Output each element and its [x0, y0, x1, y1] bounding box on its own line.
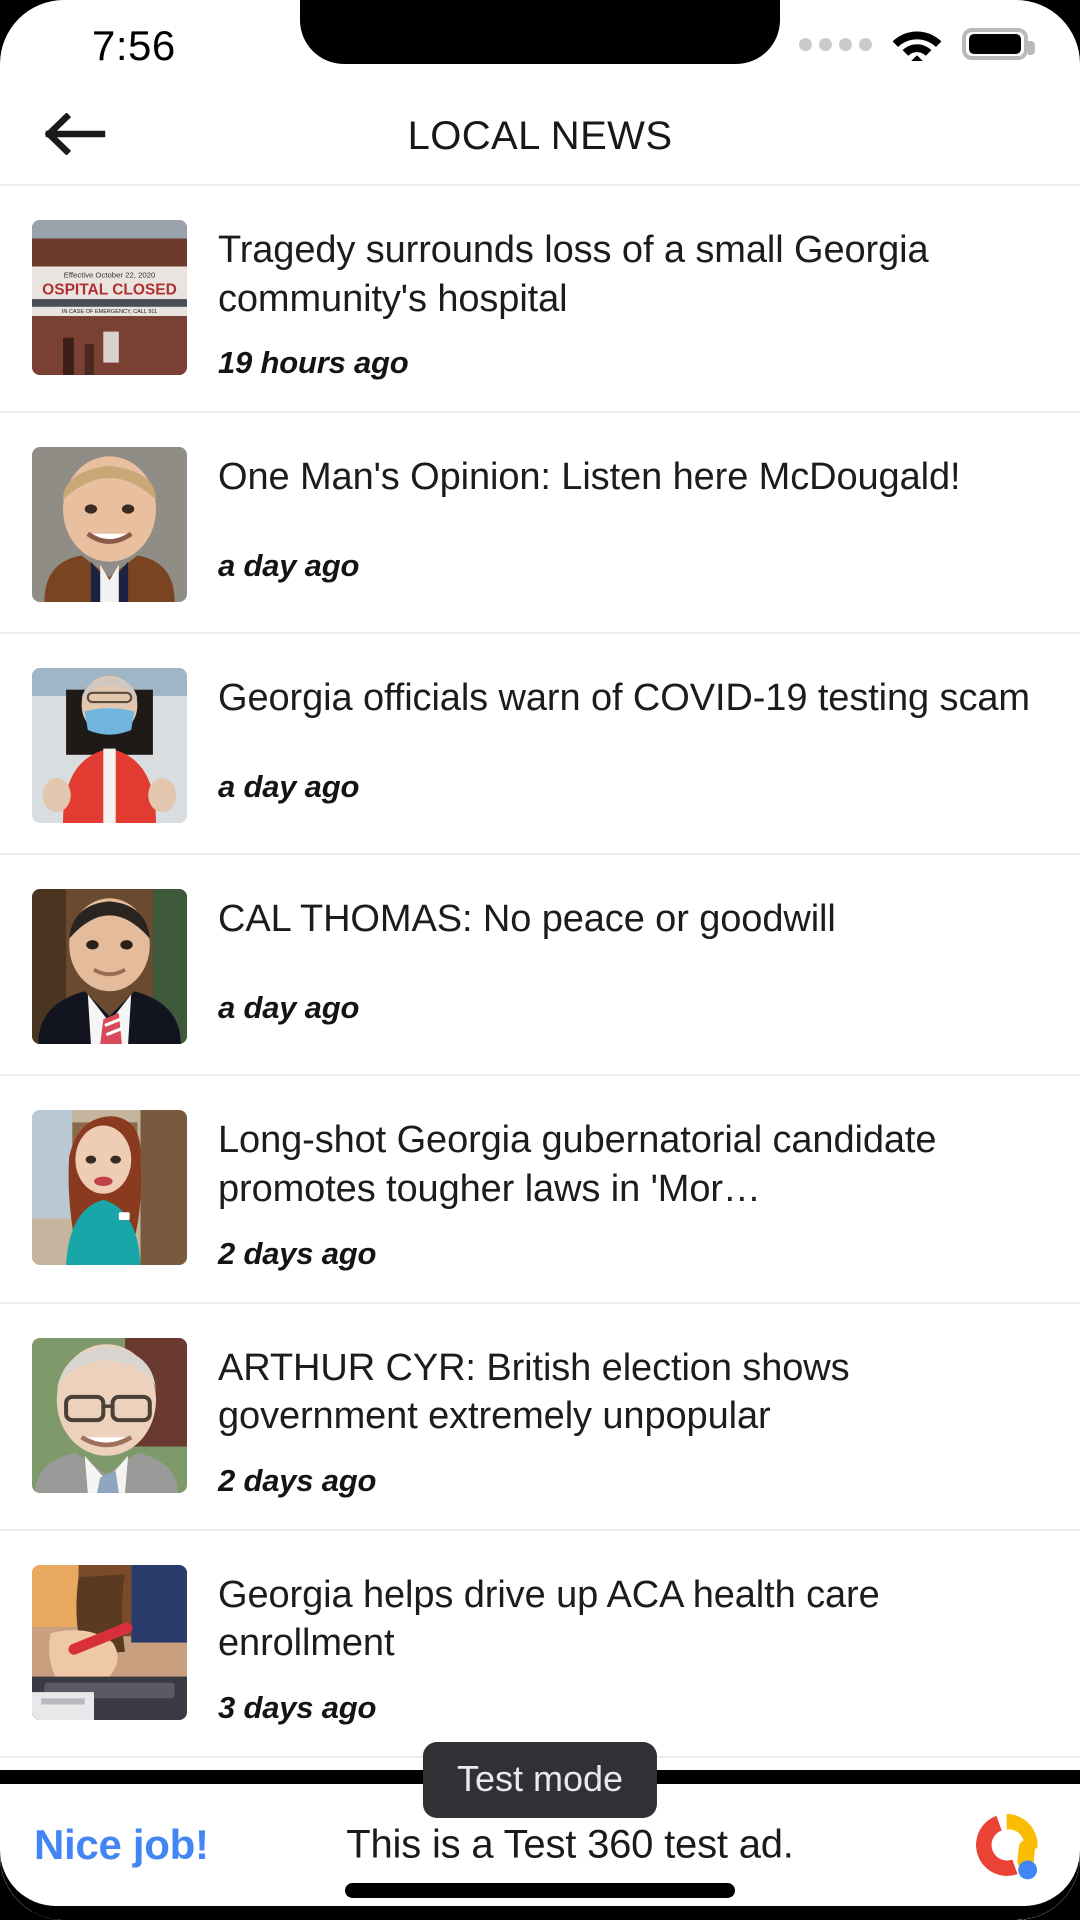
svg-text:OSPITAL CLOSED: OSPITAL CLOSED: [42, 281, 177, 298]
article-body: ARTHUR CYR: British election shows gover…: [187, 1338, 1048, 1499]
article-title: CAL THOMAS: No peace or goodwill: [218, 898, 836, 941]
home-indicator[interactable]: [345, 1883, 735, 1898]
article-timestamp: a day ago: [218, 989, 360, 1025]
page-title: LOCAL NEWS: [407, 113, 673, 158]
status-indicators: [799, 24, 1035, 64]
article-thumbnail: [32, 889, 187, 1045]
article-timestamp: a day ago: [218, 768, 360, 804]
list-item[interactable]: ARTHUR CYR: British election shows gover…: [0, 1301, 1080, 1529]
article-body: Georgia officials warn of COVID-19 testi…: [187, 668, 1048, 823]
ad-banner-container: Nice job! This is a Test 360 test ad. Te…: [0, 1742, 1080, 1920]
article-body: Georgia helps drive up ACA health care e…: [187, 1565, 1048, 1726]
article-thumbnail: [32, 1110, 187, 1266]
article-thumbnail: [32, 1337, 187, 1493]
list-item[interactable]: Long-shot Georgia gubernatorial candidat…: [0, 1074, 1080, 1302]
article-timestamp: 19 hours ago: [218, 345, 409, 381]
article-thumbnail: Effective October 22, 2020 OSPITAL CLOSE…: [32, 220, 187, 375]
article-title: Tragedy surrounds loss of a small Georgi…: [218, 229, 929, 320]
signal-dots-icon: [799, 37, 872, 51]
article-timestamp: 2 days ago: [218, 1235, 377, 1271]
battery-full-icon: [962, 28, 1035, 60]
back-button[interactable]: [40, 100, 112, 172]
screen: 7:56 LOCAL NEWS Effective October 22, 20…: [0, 0, 1080, 1920]
article-title: ARTHUR CYR: British election shows gover…: [218, 1346, 850, 1438]
article-list[interactable]: Effective October 22, 2020 OSPITAL CLOSE…: [0, 184, 1080, 1920]
wifi-icon: [890, 24, 944, 64]
article-thumbnail: [32, 668, 187, 824]
list-item[interactable]: One Man's Opinion: Listen here McDougald…: [0, 411, 1080, 633]
device-notch: [300, 0, 780, 64]
svg-text:IN CASE OF EMERGENCY, CALL 911: IN CASE OF EMERGENCY, CALL 911: [62, 309, 157, 315]
article-timestamp: a day ago: [218, 547, 360, 583]
phone-frame: 7:56 LOCAL NEWS Effective October 22, 20…: [0, 0, 1080, 1920]
article-body: One Man's Opinion: Listen here McDougald…: [187, 447, 1048, 602]
app-bar: LOCAL NEWS: [0, 88, 1080, 184]
article-thumbnail: [32, 1564, 187, 1720]
list-item[interactable]: Georgia officials warn of COVID-19 testi…: [0, 632, 1080, 854]
article-body: CAL THOMAS: No peace or goodwill a day a…: [187, 889, 1048, 1044]
article-body: Long-shot Georgia gubernatorial candidat…: [187, 1110, 1048, 1271]
list-item[interactable]: Effective October 22, 2020 OSPITAL CLOSE…: [0, 184, 1080, 412]
article-thumbnail: [32, 447, 187, 603]
article-title: Georgia helps drive up ACA health care e…: [218, 1573, 880, 1665]
article-timestamp: 2 days ago: [218, 1462, 377, 1498]
status-time: 7:56: [92, 22, 176, 69]
article-title: Georgia officials warn of COVID-19 testi…: [218, 677, 1030, 720]
article-title: Long-shot Georgia gubernatorial candidat…: [218, 1119, 937, 1210]
article-timestamp: 3 days ago: [218, 1690, 377, 1725]
list-item[interactable]: CAL THOMAS: No peace or goodwill a day a…: [0, 853, 1080, 1075]
article-body: Tragedy surrounds loss of a small Georgi…: [187, 220, 1048, 381]
test-mode-tooltip: Test mode: [422, 1742, 658, 1818]
svg-text:Effective October 22, 2020: Effective October 22, 2020: [64, 270, 156, 279]
list-item[interactable]: Georgia helps drive up ACA health care e…: [0, 1528, 1080, 1756]
admob-logo-icon: [964, 1802, 1050, 1888]
back-arrow-icon: [44, 111, 107, 160]
article-title: One Man's Opinion: Listen here McDougald…: [218, 456, 961, 499]
ad-body-text: This is a Test 360 test ad.: [346, 1822, 794, 1867]
